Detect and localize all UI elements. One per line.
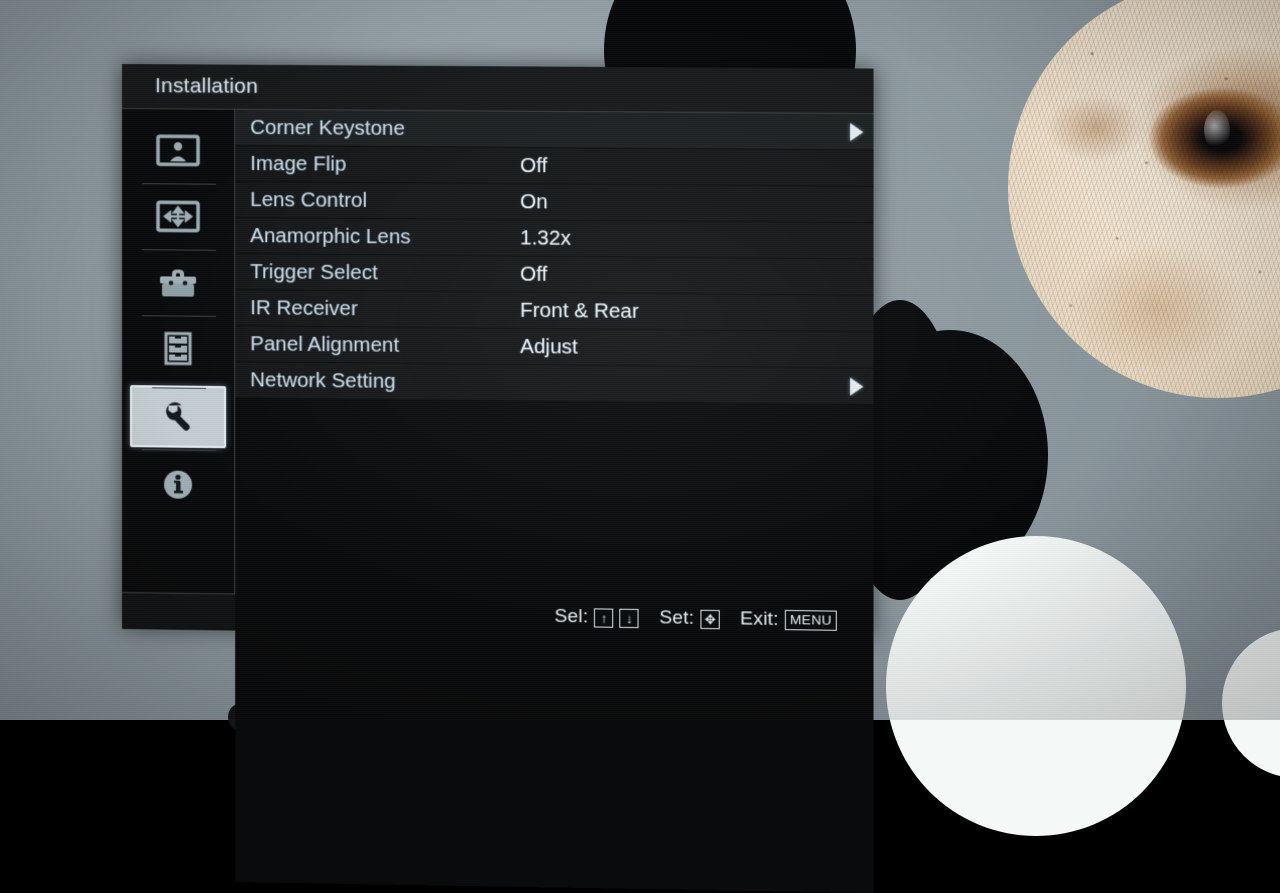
chevron-right-icon [850,122,863,140]
menu-row-value: On [520,190,548,214]
menu-row-label: IR Receiver [235,296,520,323]
menu-row-label: Anamorphic Lens [235,223,520,249]
sidebar-item-information[interactable] [122,451,234,518]
osd-title-bar: Installation [122,64,874,114]
osd-menu-panel: Installation [122,64,874,638]
drawers-list-icon [155,330,201,366]
menu-row-anamorphic-lens[interactable]: Anamorphic Lens 1.32x [235,218,873,259]
osd-menu-list: Corner Keystone Image Flip Off Lens Cont… [235,110,873,602]
chevron-right-icon [850,377,863,395]
menu-row-label: Panel Alignment [235,332,520,359]
menu-row-trigger-select[interactable]: Trigger Select Off [235,254,873,295]
sidebar-item-installation[interactable] [130,385,226,448]
owl-speckle-texture [1008,0,1280,398]
page-title: Installation [122,74,258,99]
menu-row-lens-control[interactable]: Lens Control On [235,182,873,222]
osd-sidebar [122,109,235,594]
menu-key-icon[interactable]: MENU [785,610,837,631]
menu-row-label: Corner Keystone [235,115,520,141]
background-white-circle-bottom [886,536,1186,836]
menu-row-value: Off [520,262,547,286]
menu-row-image-flip[interactable]: Image Flip Off [235,146,873,186]
arrow-up-key-icon[interactable]: ↑ [594,608,613,627]
dpad-key-icon[interactable]: ✥ [701,609,720,628]
menu-row-label: Image Flip [235,151,520,177]
sidebar-item-setup[interactable] [122,249,234,316]
picture-screen-icon [155,132,201,168]
toolbox-icon [155,264,201,300]
arrow-down-key-icon[interactable]: ↓ [620,608,639,627]
menu-row-label: Lens Control [235,187,520,213]
sidebar-item-position[interactable] [122,183,234,250]
set-hint-label: Set: [659,607,694,630]
menu-row-label: Trigger Select [235,259,520,286]
select-hint-label: Sel: [554,606,588,629]
wrench-icon [155,398,201,435]
menu-row-network-setting[interactable]: Network Setting [235,362,873,404]
background-owl-photo-circle [1008,0,1280,398]
menu-row-panel-alignment[interactable]: Panel Alignment Adjust [235,326,873,368]
menu-row-corner-keystone[interactable]: Corner Keystone [235,110,873,150]
move-arrows-icon [155,198,201,234]
osd-body: Corner Keystone Image Flip Off Lens Cont… [122,109,874,602]
menu-row-label: Network Setting [235,368,520,395]
menu-row-value: Off [520,153,547,177]
exit-hint-label: Exit: [740,608,779,631]
sidebar-item-signal-list[interactable] [122,315,234,382]
sidebar-item-picture[interactable] [122,117,234,184]
background-white-circle-corner [1222,628,1280,778]
menu-row-value: Adjust [520,334,578,359]
info-circle-icon [155,466,201,503]
menu-row-value: 1.32x [520,226,571,251]
menu-row-ir-receiver[interactable]: IR Receiver Front & Rear [235,290,873,331]
owl-eye-glint [1204,110,1230,150]
menu-row-value: Front & Rear [520,298,639,323]
menu-empty-area [235,398,873,893]
